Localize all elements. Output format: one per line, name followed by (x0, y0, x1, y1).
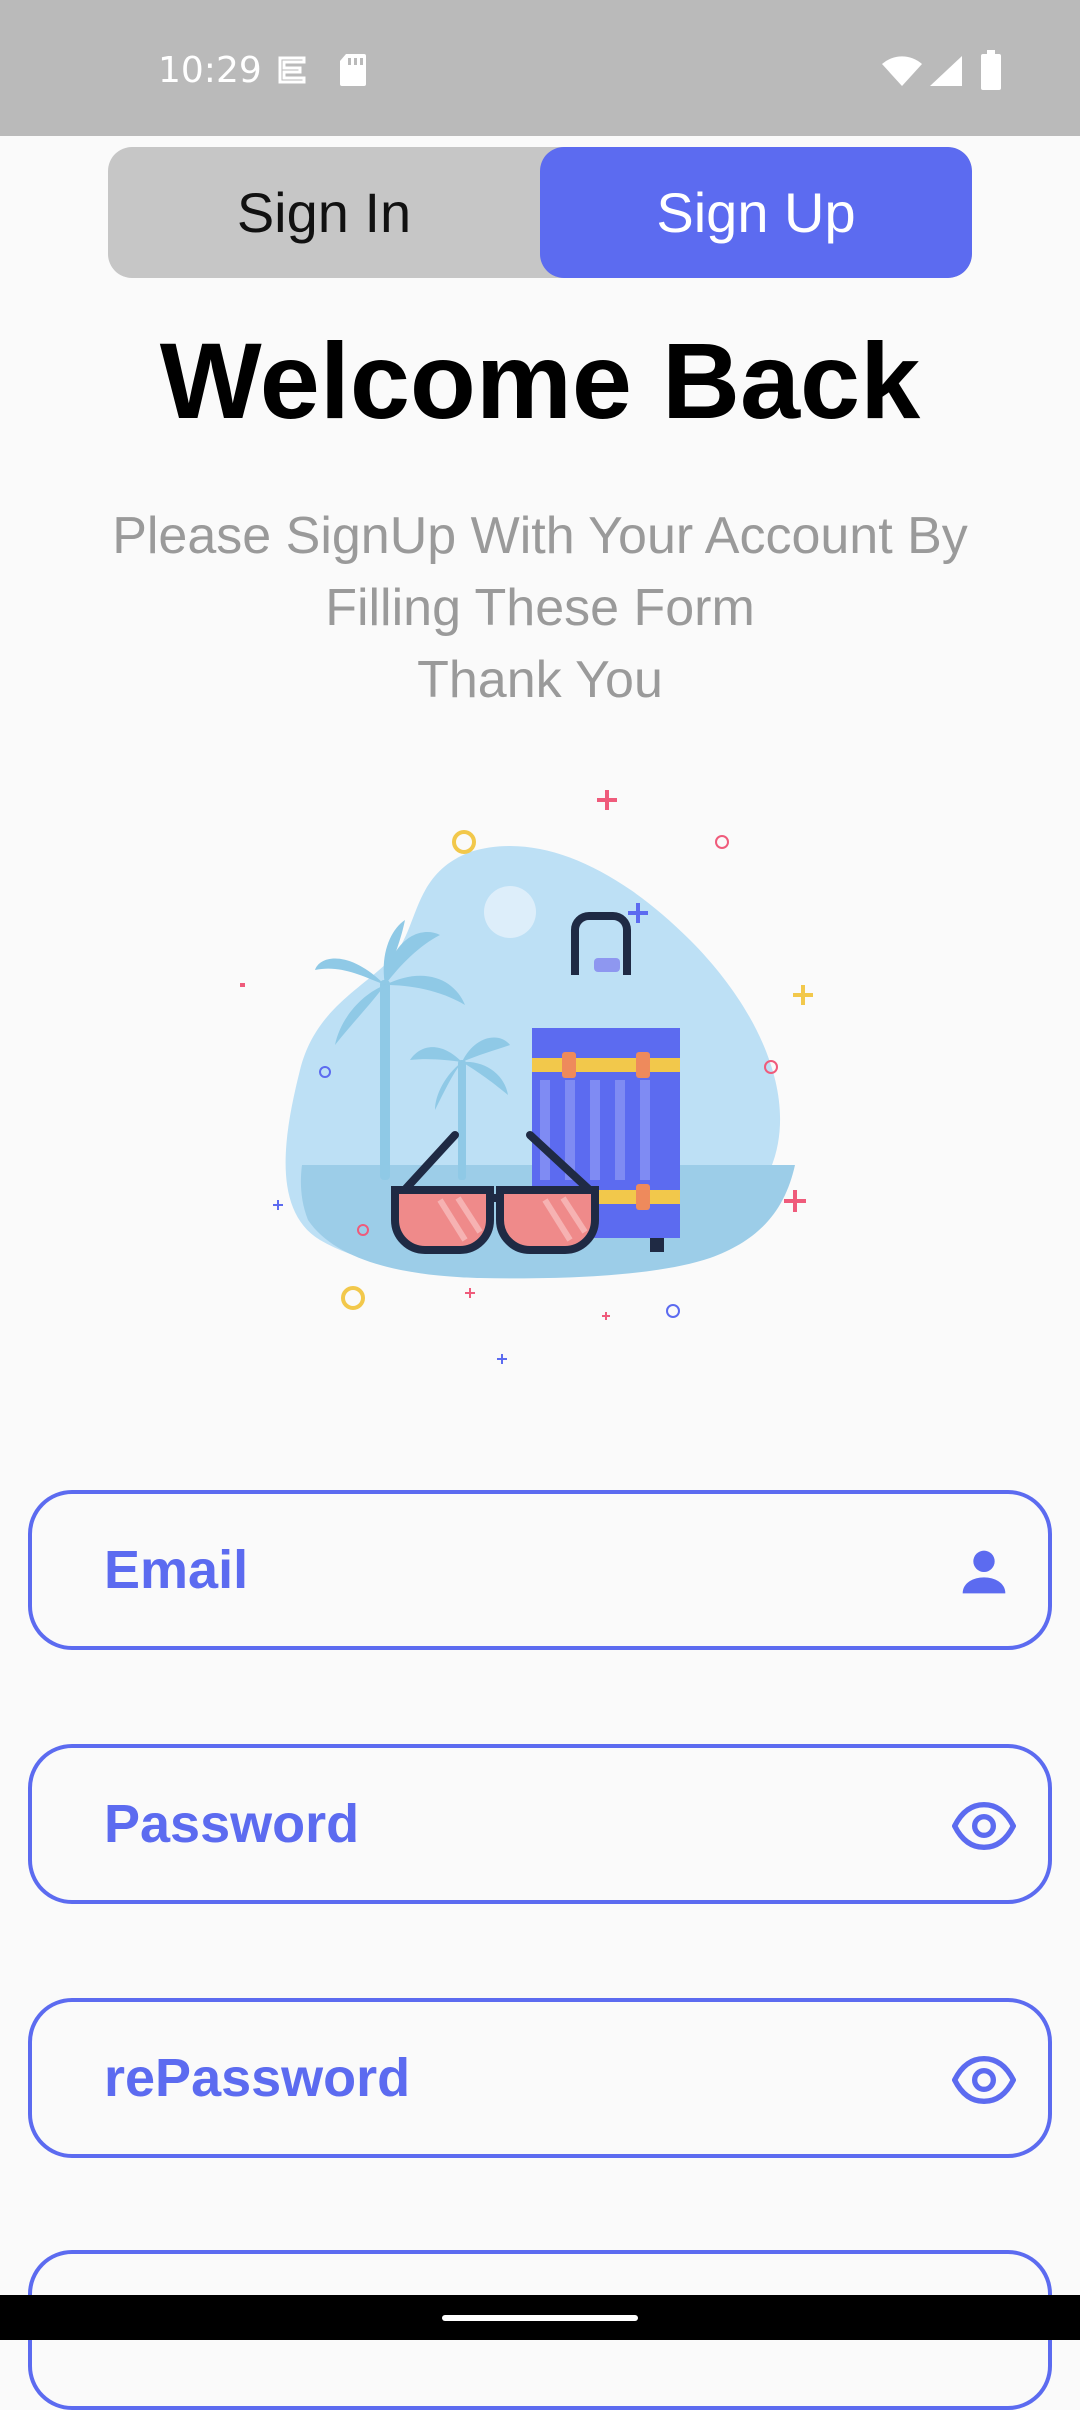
vpn-key-icon (278, 56, 306, 84)
tab-sign-in[interactable]: Sign In (108, 147, 540, 278)
password-label: Password (104, 1794, 360, 1854)
subtitle-line: Filling These Form (325, 579, 755, 637)
tab-sign-up[interactable]: Sign Up (540, 147, 972, 278)
subtitle-line: Please SignUp With Your Account By (112, 507, 968, 565)
repassword-label: rePassword (104, 2048, 411, 2108)
navigation-bar (0, 2295, 1080, 2340)
subtitle-line: Thank You (417, 651, 663, 709)
auth-tab-switcher: Sign In Sign Up (108, 147, 972, 278)
eye-icon[interactable] (952, 1794, 1016, 1858)
signal-icon (930, 56, 962, 86)
travel-suitcase-sunglasses-illustration (240, 790, 813, 1364)
email-label: Email (104, 1540, 249, 1600)
home-gesture-handle[interactable] (442, 2315, 638, 2321)
battery-icon (981, 50, 1001, 90)
page-title: Welcome Back (159, 320, 921, 441)
wifi-icon (882, 56, 922, 86)
email-field[interactable]: Email (28, 1490, 1052, 1650)
person-icon (962, 1550, 1006, 1594)
status-time: 10:29 (158, 50, 262, 91)
status-bar: 10:29 (0, 0, 1080, 136)
repassword-field[interactable]: rePassword (28, 1998, 1052, 2158)
eye-icon[interactable] (952, 2048, 1016, 2112)
sd-card-icon (340, 54, 366, 86)
password-field[interactable]: Password (28, 1744, 1052, 1904)
page-subtitle: Please SignUp With Your Account By Filli… (40, 500, 1040, 716)
